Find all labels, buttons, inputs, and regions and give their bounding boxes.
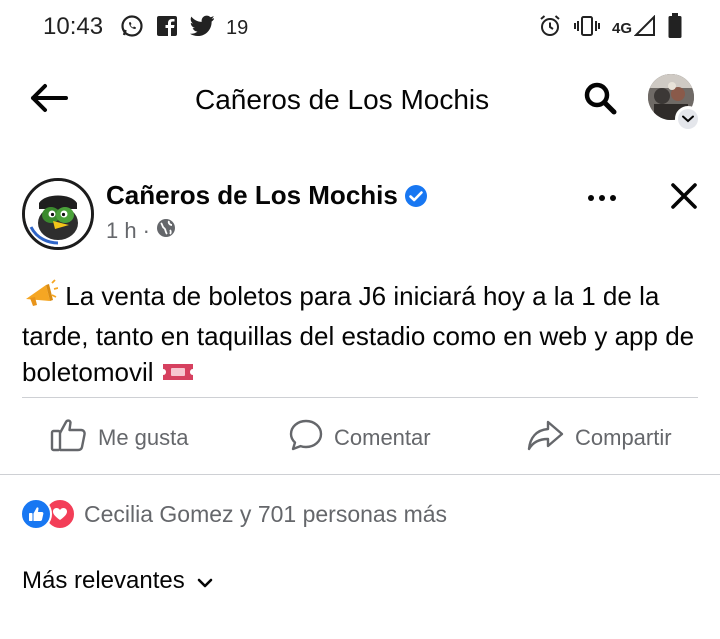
post-time[interactable]: 1 h xyxy=(106,218,137,244)
status-notification-icons: 19 xyxy=(120,12,248,44)
top-bar: Cañeros de Los Mochis xyxy=(0,70,720,132)
chevron-down-icon xyxy=(197,567,213,595)
comment-label: Comentar xyxy=(334,424,431,450)
share-arrow-icon xyxy=(527,418,565,458)
status-system-icons: 4G xyxy=(538,12,682,44)
divider xyxy=(0,474,720,475)
share-label: Compartir xyxy=(575,424,672,450)
thumbs-up-icon xyxy=(50,417,88,459)
post-body: La venta de boletos para J6 iniciará hoy… xyxy=(22,278,707,392)
search-button[interactable] xyxy=(580,82,620,118)
chevron-down-icon xyxy=(682,110,694,128)
battery-icon xyxy=(668,12,682,44)
page-avatar[interactable] xyxy=(22,178,94,250)
profile-menu-toggle[interactable] xyxy=(675,106,701,132)
whatsapp-icon xyxy=(120,14,144,43)
search-icon xyxy=(582,80,618,121)
post-text: La venta de boletos para J6 iniciará hoy… xyxy=(22,281,695,387)
divider xyxy=(22,397,698,398)
alarm-icon xyxy=(538,14,562,43)
post-header: Cañeros de Los Mochis 1 h · xyxy=(0,170,720,260)
notification-count: 19 xyxy=(226,16,249,39)
vibrate-icon xyxy=(573,15,600,42)
status-bar: 10:43 19 4G xyxy=(0,0,720,60)
comment-icon xyxy=(288,418,324,458)
post-meta: 1 h · xyxy=(106,218,176,244)
more-dot xyxy=(610,195,616,201)
comment-sort-label: Más relevantes xyxy=(22,567,185,594)
megaphone-icon xyxy=(22,278,59,318)
ticket-icon xyxy=(161,356,195,392)
network-type: 4G xyxy=(611,19,632,37)
reactions-text: Cecilia Gomez y 701 personas más xyxy=(84,500,448,527)
like-label: Me gusta xyxy=(98,424,189,450)
facebook-icon xyxy=(156,15,178,42)
status-time: 10:43 xyxy=(43,13,104,40)
close-icon xyxy=(670,182,698,215)
post-options-button[interactable] xyxy=(582,186,622,210)
arrow-left-icon xyxy=(28,83,68,118)
comment-button[interactable]: Comentar xyxy=(288,410,431,465)
verified-badge-icon xyxy=(404,184,428,213)
meta-separator: · xyxy=(142,218,150,243)
comment-sort-dropdown[interactable]: Más relevantes xyxy=(22,563,213,599)
more-dot xyxy=(588,195,594,201)
like-button[interactable]: Me gusta xyxy=(50,410,189,465)
share-button[interactable]: Compartir xyxy=(527,410,672,465)
globe-icon xyxy=(156,218,176,244)
post-actions: Me gusta Comentar Compartir xyxy=(0,410,720,465)
hide-post-button[interactable] xyxy=(664,178,704,218)
back-button[interactable] xyxy=(26,82,70,118)
twitter-icon xyxy=(189,15,215,42)
more-dot xyxy=(599,195,605,201)
like-reaction-icon xyxy=(20,498,52,530)
post-author[interactable]: Cañeros de Los Mochis xyxy=(106,180,398,211)
reactions-summary[interactable]: Cecilia Gomez y 701 personas más xyxy=(20,496,447,532)
signal-icon xyxy=(633,14,656,42)
page-title: Cañeros de Los Mochis xyxy=(195,84,490,115)
